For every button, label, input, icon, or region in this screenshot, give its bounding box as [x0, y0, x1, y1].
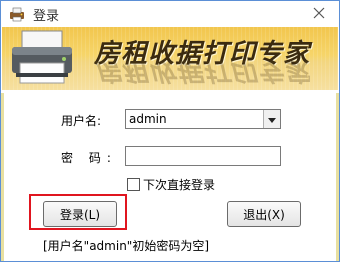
hint-text: [用户名"admin"初始密码为空] [43, 239, 210, 253]
window-title: 登录 [33, 9, 60, 24]
username-value: admin [129, 112, 167, 126]
close-icon [313, 7, 325, 22]
username-label: 用户名: [61, 114, 102, 128]
password-field[interactable] [125, 146, 281, 166]
title-bar: 登录 [1, 1, 339, 27]
banner-title-reflection: 房租收据打印专家 [94, 61, 311, 85]
exit-button[interactable]: 退出(X) [227, 201, 301, 227]
auto-login-label: 下次直接登录 [143, 178, 216, 192]
username-dropdown-button[interactable] [263, 110, 280, 128]
printer-icon [8, 29, 78, 87]
close-button[interactable] [299, 1, 339, 27]
login-button-label: 登录(L) [59, 207, 101, 222]
auto-login-checkbox[interactable] [127, 178, 140, 191]
chevron-down-icon [268, 112, 276, 126]
banner: 房租收据打印专家 房租收据打印专家 [2, 27, 338, 90]
login-button[interactable]: 登录(L) [43, 201, 117, 227]
right-accent [336, 93, 339, 261]
exit-button-label: 退出(X) [243, 207, 285, 222]
login-dialog: 登录 房租收据打印专家 房租收据打印专家 用户名: admin 密 码: 下次直… [0, 0, 340, 262]
left-accent [1, 93, 4, 261]
password-label: 密 码: [61, 151, 117, 165]
app-printer-icon [9, 6, 25, 22]
username-combobox[interactable]: admin [125, 109, 281, 129]
